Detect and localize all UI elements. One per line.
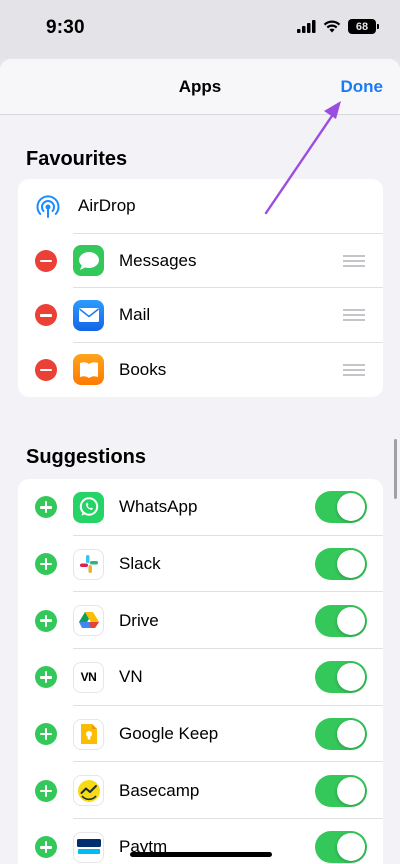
- scroll-indicator[interactable]: [394, 439, 397, 499]
- basecamp-icon: [73, 775, 104, 807]
- status-icons: 68: [297, 19, 379, 34]
- remove-button[interactable]: [35, 249, 57, 272]
- favourite-row-books[interactable]: Books: [18, 343, 383, 398]
- favourite-row-mail[interactable]: Mail: [18, 288, 383, 343]
- favourite-row-messages[interactable]: Messages: [18, 234, 383, 288]
- toggle-switch[interactable]: [315, 774, 367, 807]
- mail-icon: [73, 299, 104, 331]
- suggestion-row-paytm[interactable]: Paytm: [18, 819, 383, 864]
- books-icon: [73, 354, 104, 386]
- app-label: Books: [119, 359, 167, 379]
- google-drive-icon: [73, 605, 104, 637]
- battery-level: 68: [355, 20, 369, 33]
- toggle-switch[interactable]: [315, 718, 367, 751]
- nav-bar: Apps Done: [0, 59, 400, 115]
- app-label: Google Keep: [119, 724, 219, 744]
- reorder-handle-icon[interactable]: [343, 309, 365, 322]
- add-button[interactable]: [35, 553, 57, 576]
- suggestions-list: WhatsApp Slack Drive VN VN Google Keep B…: [18, 479, 383, 864]
- favourite-row-airdrop[interactable]: AirDrop: [18, 179, 383, 234]
- app-label: WhatsApp: [119, 497, 198, 517]
- app-label: Drive: [119, 610, 159, 630]
- suggestion-row-google-keep[interactable]: Google Keep: [18, 706, 383, 763]
- status-time: 9:30: [46, 17, 85, 38]
- wifi-icon: [323, 20, 341, 33]
- suggestion-row-drive[interactable]: Drive: [18, 592, 383, 650]
- apps-sheet: Apps Done Favourites AirDrop Messages Ma…: [0, 59, 400, 864]
- add-button[interactable]: [35, 609, 57, 632]
- app-label: VN: [119, 667, 143, 687]
- suggestion-row-basecamp[interactable]: Basecamp: [18, 762, 383, 820]
- slack-icon: [73, 548, 104, 580]
- app-label: Basecamp: [119, 780, 200, 800]
- toggle-switch[interactable]: [315, 831, 367, 864]
- add-button[interactable]: [35, 723, 57, 746]
- add-button[interactable]: [35, 779, 57, 802]
- toggle-switch[interactable]: [315, 548, 367, 581]
- app-label: Mail: [119, 305, 151, 325]
- home-indicator[interactable]: [130, 852, 272, 857]
- suggestions-header: Suggestions: [26, 446, 147, 468]
- vn-icon: VN: [73, 661, 104, 693]
- suggestion-row-whatsapp[interactable]: WhatsApp: [18, 479, 383, 536]
- suggestion-row-vn[interactable]: VN VN: [18, 649, 383, 706]
- remove-button[interactable]: [35, 358, 57, 381]
- messages-icon: [73, 245, 104, 277]
- battery-icon: 68: [348, 19, 379, 34]
- add-button[interactable]: [35, 496, 57, 519]
- cellular-signal-icon: [297, 20, 316, 33]
- toggle-switch[interactable]: [315, 491, 367, 524]
- add-button[interactable]: [35, 836, 57, 859]
- app-label: AirDrop: [78, 196, 136, 216]
- reorder-handle-icon[interactable]: [343, 363, 365, 376]
- app-label: Messages: [119, 250, 197, 270]
- favourites-header: Favourites: [26, 148, 128, 170]
- favourites-list: AirDrop Messages Mail Books: [18, 179, 383, 397]
- google-keep-icon: [73, 718, 104, 750]
- reorder-handle-icon[interactable]: [343, 254, 365, 267]
- remove-button[interactable]: [35, 304, 57, 327]
- toggle-switch[interactable]: [315, 661, 367, 694]
- airdrop-icon: [32, 191, 63, 222]
- toggle-switch[interactable]: [315, 604, 367, 637]
- suggestion-row-slack[interactable]: Slack: [18, 536, 383, 593]
- paytm-icon: [73, 831, 104, 863]
- whatsapp-icon: [73, 491, 104, 523]
- status-bar: 9:30 68: [0, 0, 400, 58]
- done-button[interactable]: Done: [341, 77, 384, 97]
- app-label: Slack: [119, 554, 161, 574]
- add-button[interactable]: [35, 666, 57, 689]
